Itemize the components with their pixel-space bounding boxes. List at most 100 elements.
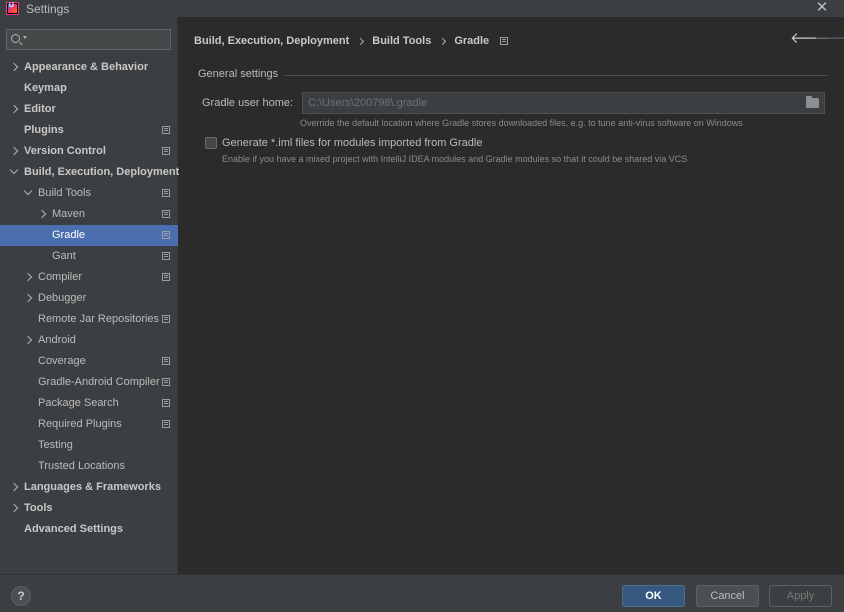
sidebar-item-coverage[interactable]: Coverage [0,351,178,372]
project-settings-icon [162,231,170,239]
search-history-dropdown-icon[interactable] [23,36,27,39]
intellij-logo-icon [6,2,19,15]
sidebar-item-maven[interactable]: Maven [0,204,178,225]
gradle-user-home-help: Override the default location where Grad… [300,118,743,128]
project-settings-icon [162,420,170,428]
sidebar-item-label: Build, Execution, Deployment [24,166,180,178]
generate-iml-checkbox[interactable] [205,137,217,149]
sidebar-item-android[interactable]: Android [0,330,178,351]
search-input[interactable] [29,32,167,47]
gradle-user-home-label: Gradle user home: [202,97,294,109]
sidebar-item-label: Advanced Settings [24,523,124,535]
breadcrumb-item: Gradle [454,35,490,47]
chevron-right-icon[interactable] [23,335,33,345]
generate-iml-help: Enable if you have a mixed project with … [222,154,688,164]
chevron-right-icon[interactable] [9,146,19,156]
chevron-right-icon[interactable] [9,503,19,513]
apply-button[interactable]: Apply [769,585,832,607]
sidebar-item-compiler[interactable]: Compiler [0,267,178,288]
sidebar-item-gradle-android-compiler[interactable]: Gradle-Android Compiler [0,372,178,393]
sidebar-item-label: Required Plugins [38,418,122,430]
chevron-down-icon[interactable] [23,186,33,196]
sidebar-item-plugins[interactable]: Plugins [0,120,178,141]
sidebar-item-required-plugins[interactable]: Required Plugins [0,414,178,435]
sidebar-item-label: Gradle [52,229,86,241]
sidebar-item-advanced-settings[interactable]: Advanced Settings [0,519,178,540]
sidebar-item-version-control[interactable]: Version Control [0,141,178,162]
settings-content: Build, Execution, Deployment Build Tools… [179,17,844,574]
gradle-user-home-input[interactable] [308,96,798,110]
project-settings-icon [162,378,170,386]
sidebar-item-appearance-behavior[interactable]: Appearance & Behavior [0,57,178,78]
cancel-button[interactable]: Cancel [696,585,759,607]
sidebar-item-label: Maven [52,208,86,220]
project-settings-icon [162,315,170,323]
sidebar-item-label: Android [38,334,76,346]
sidebar-item-label: Gant [52,250,76,262]
back-arrow-icon[interactable]: 🡐 [790,31,830,47]
project-settings-icon [162,399,170,407]
project-settings-icon [162,273,170,281]
general-settings-section: General settings [198,68,828,82]
breadcrumb-item: Build Tools [372,35,432,47]
breadcrumb-item: Build, Execution, Deployment [194,35,350,47]
help-button[interactable]: ? [11,586,31,606]
search-icon [11,34,20,43]
sidebar-item-package-search[interactable]: Package Search [0,393,178,414]
sidebar-item-label: Trusted Locations [38,460,126,472]
chevron-down-icon[interactable] [9,165,19,175]
dialog-footer: ? OK Cancel Apply [0,574,844,612]
settings-search[interactable] [6,29,171,50]
sidebar-item-label: Compiler [38,271,83,283]
title-bar: Settings ✕ [0,0,844,17]
sidebar-item-label: Version Control [24,145,106,157]
sidebar-item-languages-frameworks[interactable]: Languages & Frameworks [0,477,178,498]
chevron-right-icon[interactable] [23,272,33,282]
project-settings-icon [162,126,170,134]
sidebar-item-remote-jar-repositories[interactable]: Remote Jar Repositories [0,309,178,330]
sidebar-item-editor[interactable]: Editor [0,99,178,120]
project-settings-icon [500,37,509,45]
sidebar-item-label: Editor [24,103,56,115]
sidebar-item-gant[interactable]: Gant [0,246,178,267]
settings-sidebar: Appearance & Behavior Keymap Editor Plugins… [0,17,180,574]
section-divider [198,75,828,76]
sidebar-item-label: Build Tools [38,187,91,199]
window-title: Settings [26,1,70,16]
sidebar-item-label: Plugins [24,124,64,136]
sidebar-item-label: Languages & Frameworks [24,481,161,493]
chevron-right-icon[interactable] [9,104,19,114]
sidebar-item-keymap[interactable]: Keymap [0,78,178,99]
ok-button[interactable]: OK [622,585,685,607]
sidebar-item-trusted-locations[interactable]: Trusted Locations [0,456,178,477]
project-settings-icon [162,189,170,197]
close-icon[interactable]: ✕ [814,0,830,17]
chevron-right-icon[interactable] [9,482,19,492]
chevron-right-icon [357,37,365,45]
sidebar-item-label: Gradle-Android Compiler [38,376,160,388]
generate-iml-label[interactable]: Generate *.iml files for modules importe… [222,137,482,149]
sidebar-item-build-tools[interactable]: Build Tools [0,183,178,204]
project-settings-icon [162,147,170,155]
chevron-right-icon[interactable] [23,293,33,303]
sidebar-item-tools[interactable]: Tools [0,498,178,519]
project-settings-icon [162,357,170,365]
gradle-user-home-field[interactable] [302,92,825,114]
sidebar-item-testing[interactable]: Testing [0,435,178,456]
browse-folder-icon[interactable] [806,96,819,108]
sidebar-item-build-execution-deployment[interactable]: Build, Execution, Deployment [0,162,180,183]
sidebar-item-label: Package Search [38,397,119,409]
sidebar-item-label: Remote Jar Repositories [38,313,160,325]
sidebar-item-label: Keymap [24,82,67,94]
project-settings-icon [162,252,170,260]
chevron-right-icon[interactable] [37,209,47,219]
forward-arrow-icon[interactable]: 🡒 [814,31,844,47]
sidebar-item-label: Debugger [38,292,87,304]
chevron-right-icon[interactable] [9,62,19,72]
sidebar-item-label: Appearance & Behavior [24,61,149,73]
sidebar-item-gradle[interactable]: Gradle [0,225,178,246]
sidebar-item-label: Testing [38,439,73,451]
sidebar-item-debugger[interactable]: Debugger [0,288,178,309]
project-settings-icon [162,210,170,218]
breadcrumb: Build, Execution, Deployment Build Tools… [194,33,509,49]
